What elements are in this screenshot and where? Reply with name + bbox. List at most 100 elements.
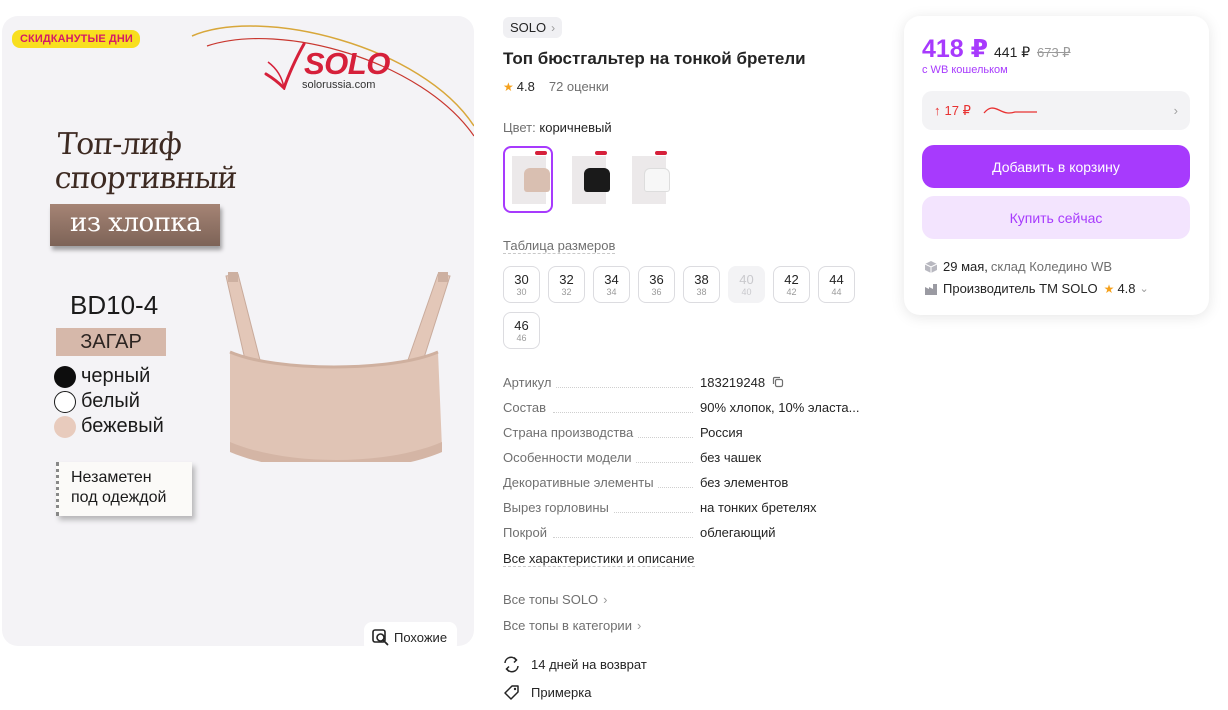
spec-key: Страна производства xyxy=(503,425,638,440)
size-option[interactable]: 30 30 xyxy=(503,266,540,303)
spec-key: Покрой xyxy=(503,525,551,540)
spec-row: Декоративные элементы без элементов xyxy=(503,474,859,499)
size-option[interactable]: 34 34 xyxy=(593,266,630,303)
brand-url: solorussia.com xyxy=(302,79,376,91)
category-tops-link[interactable]: Все топы в категории › xyxy=(503,618,641,633)
spec-value: на тонких бретелях xyxy=(700,500,817,515)
spec-value: без элементов xyxy=(700,475,789,490)
spec-row: Особенности модели без чашек xyxy=(503,449,859,474)
add-to-cart-button[interactable]: Добавить в корзину xyxy=(922,145,1190,188)
color-swatch[interactable] xyxy=(623,146,673,213)
tone-tag: ЗАГАР xyxy=(56,328,166,356)
size-option[interactable]: 38 38 xyxy=(683,266,720,303)
spec-key: Артикул xyxy=(503,375,556,390)
hero-title-line: спортивный xyxy=(53,161,238,196)
all-specs-link[interactable]: Все характеристики и описание xyxy=(503,551,695,567)
size-ru: 38 xyxy=(696,287,707,297)
star-icon: ★ xyxy=(1103,281,1115,296)
fitting-info[interactable]: Примерка xyxy=(503,684,591,701)
chevron-right-icon: › xyxy=(1173,103,1178,118)
spec-leader xyxy=(553,412,693,413)
white-dot-icon xyxy=(54,390,76,413)
fitting-label: Примерка xyxy=(531,685,592,700)
size-option[interactable]: 36 36 xyxy=(638,266,675,303)
size-value: 40 xyxy=(739,272,754,287)
article-number: 183219248 xyxy=(700,375,766,390)
size-value: 30 xyxy=(514,272,529,287)
size-chart-link[interactable]: Таблица размеров xyxy=(503,238,616,254)
color-legend-label: бежевый xyxy=(81,415,164,437)
manufacturer-row[interactable]: Производитель ТМ SOLO ★ 4.8 ⌄ xyxy=(924,281,1149,296)
category-tops-label: Все топы в категории xyxy=(503,618,632,633)
spec-row: Страна производства Россия xyxy=(503,424,859,449)
chevron-right-icon: › xyxy=(636,618,642,633)
chevron-right-icon: › xyxy=(551,20,556,35)
size-option[interactable]: 32 32 xyxy=(548,266,585,303)
size-ru: 44 xyxy=(831,287,842,297)
size-option[interactable]: 42 42 xyxy=(773,266,810,303)
size-ru: 36 xyxy=(651,287,662,297)
size-value: 42 xyxy=(784,272,799,287)
size-ru: 42 xyxy=(786,287,797,297)
product-image[interactable]: СКИДКАНУТЫЕ ДНИ SOLO solorussia.com Топ-… xyxy=(2,16,474,646)
color-legend-item: белый xyxy=(54,389,164,414)
size-ru: 46 xyxy=(516,333,527,343)
size-option[interactable]: 44 44 xyxy=(818,266,855,303)
buy-card: 418 ₽ 441 ₽ 673 ₽ с WB кошельком ↑ 17 ₽ … xyxy=(904,16,1209,315)
size-ru: 32 xyxy=(561,287,572,297)
hero-title-line: Топ-лиф xyxy=(56,127,183,162)
swatch-bra xyxy=(584,168,610,192)
bra-illustration xyxy=(225,272,451,462)
delivery-warehouse: склад Коледино WB xyxy=(990,259,1113,274)
swatch-logo xyxy=(595,151,607,155)
delivery-date: 29 мая, xyxy=(943,259,988,274)
price-sparkline-icon xyxy=(983,106,1037,114)
similar-button[interactable]: Похожие xyxy=(364,622,458,646)
size-option[interactable]: 46 46 xyxy=(503,312,540,349)
swatch-logo xyxy=(535,151,547,155)
price-current: 418 ₽ xyxy=(922,35,989,63)
size-value: 34 xyxy=(604,272,619,287)
brand-chip-label: SOLO xyxy=(510,20,547,35)
size-ru: 40 xyxy=(741,287,752,297)
copy-icon[interactable] xyxy=(772,376,784,388)
delivery-info: 29 мая, склад Коледино WB xyxy=(924,259,1112,274)
size-value: 46 xyxy=(514,318,529,333)
color-legend-label: черный xyxy=(81,365,151,387)
size-ru: 30 xyxy=(516,287,527,297)
swatch-logo xyxy=(655,151,667,155)
product-title: Топ бюстгальтер на тонкой бретели xyxy=(503,49,806,68)
spec-value: без чашек xyxy=(700,450,762,465)
brand-tops-link[interactable]: Все топы SOLO › xyxy=(503,592,608,607)
chevron-down-icon: ⌄ xyxy=(1139,283,1149,295)
swatch-bra xyxy=(644,168,670,192)
similar-button-label: Похожие xyxy=(394,629,448,645)
color-label: Цвет: коричневый xyxy=(503,120,612,135)
brand-logo-text: SOLO xyxy=(304,46,390,81)
spec-key: Вырез горловины xyxy=(503,500,613,515)
return-policy[interactable]: 14 дней на возврат xyxy=(503,656,647,673)
rating-value: 4.8 xyxy=(516,79,535,94)
wallet-note: с WB кошельком xyxy=(922,64,1008,76)
color-swatch[interactable] xyxy=(503,146,553,213)
spec-key: Особенности модели xyxy=(503,450,636,465)
spec-list: Артикул 183219248 Состав 90% хлопок, 10%… xyxy=(503,374,859,549)
factory-icon xyxy=(925,283,937,295)
price-history-row[interactable]: ↑ 17 ₽ › xyxy=(922,91,1190,130)
spec-value: 183219248 xyxy=(700,375,784,390)
spec-row: Состав 90% хлопок, 10% эласта... xyxy=(503,399,859,424)
manufacturer-rating: 4.8 xyxy=(1117,281,1136,296)
promo-badge: СКИДКАНУТЫЕ ДНИ xyxy=(12,30,140,48)
spec-value: облегающий xyxy=(700,525,776,540)
spec-row: Покрой облегающий xyxy=(503,524,859,549)
spec-value: Россия xyxy=(700,425,743,440)
invisible-tag-line: под одеждой xyxy=(71,489,167,506)
color-swatch[interactable] xyxy=(563,146,613,213)
spec-row: Артикул 183219248 xyxy=(503,374,859,399)
star-icon: ★ xyxy=(503,79,514,94)
swatch-bra xyxy=(524,168,550,192)
brand-chip[interactable]: SOLO › xyxy=(503,17,563,38)
spec-leader xyxy=(553,387,693,388)
reviews-link[interactable]: 72 оценки xyxy=(549,79,609,94)
buy-now-button[interactable]: Купить сейчас xyxy=(922,196,1190,239)
